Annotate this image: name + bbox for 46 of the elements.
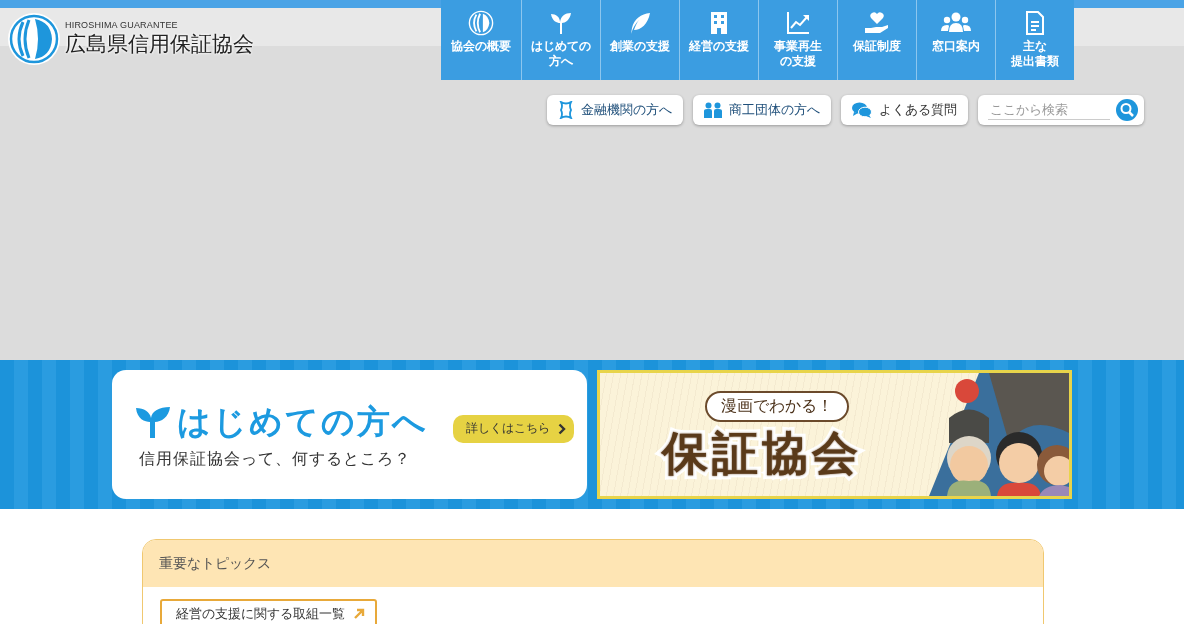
utility-link[interactable]: 金融機関の方へ bbox=[547, 95, 683, 125]
details-button[interactable]: 詳しくはこちら bbox=[453, 414, 574, 443]
nav-label: 経営の支援 bbox=[689, 39, 749, 54]
logo-icon bbox=[7, 12, 61, 66]
nav-label: 方へ bbox=[549, 54, 573, 69]
arrow-icon bbox=[353, 608, 365, 620]
heart-hand-icon bbox=[863, 10, 891, 36]
sprout-icon bbox=[548, 10, 574, 36]
topics-heading: 重要なトピックス bbox=[159, 554, 271, 573]
nav-label: 保証制度 bbox=[853, 39, 901, 54]
speech-bubbles-icon bbox=[852, 102, 872, 118]
nav-item[interactable]: 事業再生 の支援 bbox=[758, 0, 837, 80]
nav-label: 創業の支援 bbox=[610, 39, 670, 54]
line-chart-icon bbox=[785, 10, 811, 36]
search-icon[interactable] bbox=[1116, 99, 1138, 121]
banner-title: 保証協会 bbox=[662, 426, 862, 481]
nav-item[interactable]: 経営の支援 bbox=[679, 0, 758, 80]
nav-item[interactable]: 創業の支援 bbox=[600, 0, 679, 80]
nav-label: はじめての bbox=[531, 39, 591, 54]
nav-label: 事業再生 bbox=[774, 39, 822, 54]
search-field[interactable]: ここから検索 bbox=[978, 95, 1144, 125]
nav-label: 主な bbox=[1023, 39, 1047, 54]
nav-item[interactable]: 協会の概要 bbox=[441, 0, 521, 80]
nav-item[interactable]: はじめての 方へ bbox=[521, 0, 600, 80]
nav-item[interactable]: 保証制度 bbox=[837, 0, 916, 80]
sprout-icon bbox=[135, 406, 171, 438]
logo-icon bbox=[467, 10, 495, 36]
logo-subtitle: HIROSHIMA GUARANTEE bbox=[65, 20, 179, 30]
shield-icon bbox=[558, 101, 574, 119]
nav-item[interactable]: 窓口案内 bbox=[916, 0, 995, 80]
speech-bubble: 漫画でわかる！ bbox=[705, 391, 849, 422]
promo-subtitle: 信用保証協会って、何するところ？ bbox=[138, 448, 412, 469]
utility-link[interactable]: 商工団体の方へ bbox=[693, 95, 831, 125]
nav-label: 提出書類 bbox=[1011, 54, 1059, 69]
nav-label: の支援 bbox=[780, 54, 816, 69]
chevron-right-icon bbox=[558, 422, 566, 435]
nav-label: 協会の概要 bbox=[451, 39, 511, 54]
nav-item[interactable]: 主な 提出書類 bbox=[995, 0, 1074, 80]
logo-title: 広島県信用保証協会 bbox=[65, 31, 254, 57]
promo-title: はじめての方へ bbox=[177, 401, 428, 442]
utility-link[interactable]: よくある質問 bbox=[841, 95, 968, 125]
promo-card[interactable]: はじめての方へ 信用保証協会って、何するところ？ 詳しくはこちら bbox=[112, 370, 587, 499]
manga-banner[interactable]: 漫画でわかる！ 保証協会 bbox=[597, 370, 1072, 499]
nav-label: 窓口案内 bbox=[932, 39, 980, 54]
people-icon bbox=[704, 102, 722, 118]
topic-link[interactable]: 経営の支援に関する取組一覧 bbox=[160, 599, 377, 624]
